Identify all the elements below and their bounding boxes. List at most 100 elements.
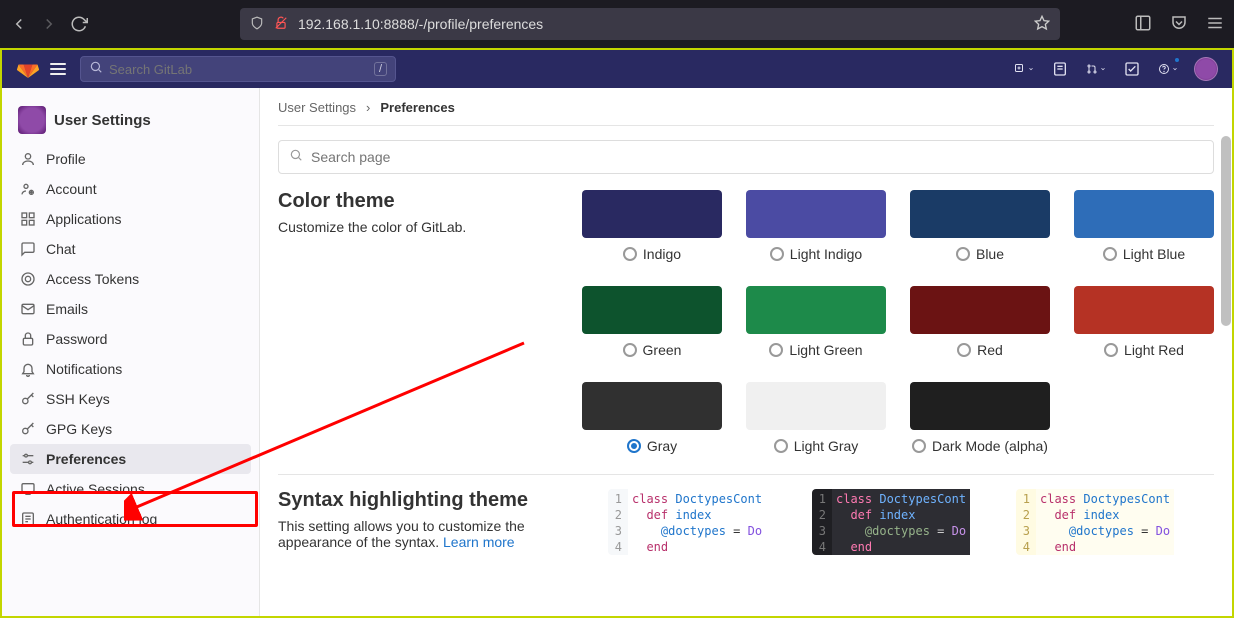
- sidebar-item-label: Notifications: [46, 361, 122, 377]
- scrollbar-track[interactable]: [1220, 88, 1232, 616]
- radio-icon: [627, 439, 641, 453]
- merge-requests-icon[interactable]: [1086, 59, 1106, 79]
- radio-icon: [770, 247, 784, 261]
- section-subtitle: Customize the color of GitLab.: [278, 219, 542, 235]
- create-menu-icon[interactable]: [1014, 59, 1034, 79]
- account-icon: [20, 181, 36, 197]
- theme-label: Blue: [976, 246, 1004, 262]
- radio-icon: [1104, 343, 1118, 357]
- search-icon: [289, 148, 303, 167]
- sidebar-item-label: Password: [46, 331, 107, 347]
- reload-icon[interactable]: [70, 15, 88, 33]
- divider: [278, 474, 1214, 475]
- breadcrumb: User Settings › Preferences: [278, 100, 1214, 115]
- theme-option-light-blue[interactable]: Light Blue: [1074, 190, 1214, 262]
- radio-icon: [623, 343, 637, 357]
- breadcrumb-root[interactable]: User Settings: [278, 100, 356, 115]
- scrollbar-thumb[interactable]: [1221, 136, 1231, 326]
- sidebar-item-chat[interactable]: Chat: [10, 234, 251, 264]
- learn-more-link[interactable]: Learn more: [443, 534, 515, 550]
- theme-option-dark-mode-alpha-[interactable]: Dark Mode (alpha): [910, 382, 1050, 454]
- page-search[interactable]: [278, 140, 1214, 174]
- sidebar-item-ssh-keys[interactable]: SSH Keys: [10, 384, 251, 414]
- divider: [278, 125, 1214, 126]
- global-search[interactable]: /: [80, 56, 396, 82]
- color-swatch: [1074, 190, 1214, 238]
- help-icon[interactable]: [1158, 59, 1178, 79]
- sidebar-toggle-icon[interactable]: [50, 59, 70, 79]
- radio-icon: [623, 247, 637, 261]
- top-bar: /: [0, 48, 1234, 88]
- section-title: Color theme: [278, 190, 542, 213]
- shield-icon: [250, 16, 264, 33]
- sidebar-item-applications[interactable]: Applications: [10, 204, 251, 234]
- sidebar-item-notifications[interactable]: Notifications: [10, 354, 251, 384]
- syntax-sample-light[interactable]: 1234class DoctypesCont def index @doctyp…: [608, 489, 798, 555]
- forward-icon[interactable]: [40, 15, 58, 33]
- theme-label: Red: [977, 342, 1003, 358]
- radio-icon: [774, 439, 788, 453]
- color-swatch: [746, 382, 886, 430]
- sidebar-item-gpg-keys[interactable]: GPG Keys: [10, 414, 251, 444]
- theme-label: Light Green: [789, 342, 862, 358]
- sidebar-item-password[interactable]: Password: [10, 324, 251, 354]
- browser-chrome: 192.168.1.10:8888/-/profile/preferences: [0, 0, 1234, 48]
- back-icon[interactable]: [10, 15, 28, 33]
- search-icon: [89, 60, 103, 79]
- syntax-sample-dark[interactable]: 1234class DoctypesCont def index @doctyp…: [812, 489, 1002, 555]
- theme-option-green[interactable]: Green: [582, 286, 722, 358]
- sidebar-item-profile[interactable]: Profile: [10, 144, 251, 174]
- sidebar-item-preferences[interactable]: Preferences: [10, 444, 251, 474]
- sidebar-item-emails[interactable]: Emails: [10, 294, 251, 324]
- menu-icon[interactable]: [1206, 14, 1224, 35]
- page-search-input[interactable]: [311, 149, 1203, 165]
- color-swatch: [1074, 286, 1214, 334]
- sidebar-item-label: Account: [46, 181, 97, 197]
- todos-icon[interactable]: [1122, 59, 1142, 79]
- avatar[interactable]: [1194, 57, 1218, 81]
- section-subtitle: This setting allows you to customize the…: [278, 518, 568, 550]
- url-bar[interactable]: 192.168.1.10:8888/-/profile/preferences: [240, 8, 1060, 40]
- sidebar-title: User Settings: [54, 112, 151, 129]
- theme-option-light-green[interactable]: Light Green: [746, 286, 886, 358]
- color-swatches: Indigo Light Indigo Blue Light Blue Gree…: [582, 190, 1214, 454]
- sidebar-item-access-tokens[interactable]: Access Tokens: [10, 264, 251, 294]
- chat-icon: [20, 241, 36, 257]
- color-swatch: [910, 190, 1050, 238]
- color-swatch: [582, 190, 722, 238]
- issues-icon[interactable]: [1050, 59, 1070, 79]
- sidebar-item-account[interactable]: Account: [10, 174, 251, 204]
- radio-icon: [1103, 247, 1117, 261]
- sidebar-item-label: Chat: [46, 241, 76, 257]
- sidebar-item-active-sessions[interactable]: Active Sessions: [10, 474, 251, 504]
- sidebar-item-label: Applications: [46, 211, 122, 227]
- color-swatch: [582, 382, 722, 430]
- section-title: Syntax highlighting theme: [278, 489, 568, 512]
- syntax-sample-yellow[interactable]: 1234class DoctypesCont def index @doctyp…: [1016, 489, 1206, 555]
- syntax-theme-section: Syntax highlighting theme This setting a…: [278, 489, 1214, 555]
- theme-option-gray[interactable]: Gray: [582, 382, 722, 454]
- theme-option-blue[interactable]: Blue: [910, 190, 1050, 262]
- sidebar: User Settings Profile Account Applications…: [2, 88, 260, 616]
- radio-icon: [769, 343, 783, 357]
- breadcrumb-current: Preferences: [380, 100, 454, 115]
- sidebar-item-authentication-log[interactable]: Authentication log: [10, 504, 251, 534]
- theme-option-red[interactable]: Red: [910, 286, 1050, 358]
- bookmark-star-icon[interactable]: [1034, 15, 1050, 34]
- theme-label: Light Gray: [794, 438, 859, 454]
- reader-icon[interactable]: [1134, 14, 1152, 35]
- theme-label: Light Indigo: [790, 246, 862, 262]
- theme-option-indigo[interactable]: Indigo: [582, 190, 722, 262]
- theme-label: Light Blue: [1123, 246, 1185, 262]
- theme-option-light-gray[interactable]: Light Gray: [746, 382, 886, 454]
- chevron-right-icon: ›: [366, 100, 370, 115]
- theme-option-light-red[interactable]: Light Red: [1074, 286, 1214, 358]
- gitlab-logo-icon[interactable]: [16, 57, 40, 81]
- theme-label: Green: [643, 342, 682, 358]
- lock-icon: [20, 331, 36, 347]
- theme-option-light-indigo[interactable]: Light Indigo: [746, 190, 886, 262]
- pocket-icon[interactable]: [1170, 14, 1188, 35]
- theme-label: Gray: [647, 438, 677, 454]
- global-search-input[interactable]: [109, 62, 368, 77]
- radio-icon: [912, 439, 926, 453]
